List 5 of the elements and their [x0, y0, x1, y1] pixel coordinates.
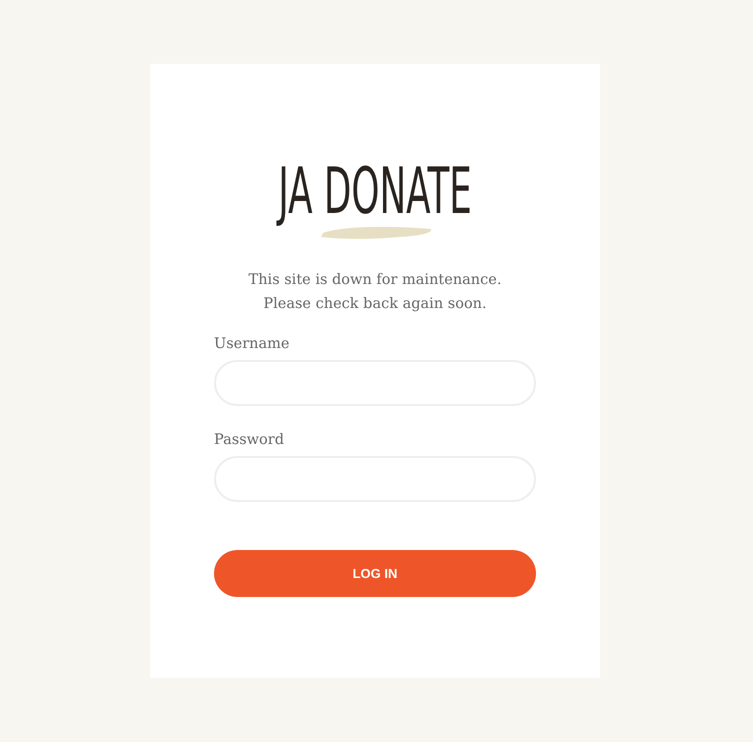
field-label: Username [214, 336, 290, 352]
maintenance-message: Please check back again soon. [262, 295, 488, 314]
login-button[interactable]: LOG IN [214, 550, 536, 597]
field-label: Password [214, 432, 284, 448]
maintenance-message: This site is down for maintenance. [248, 271, 502, 290]
